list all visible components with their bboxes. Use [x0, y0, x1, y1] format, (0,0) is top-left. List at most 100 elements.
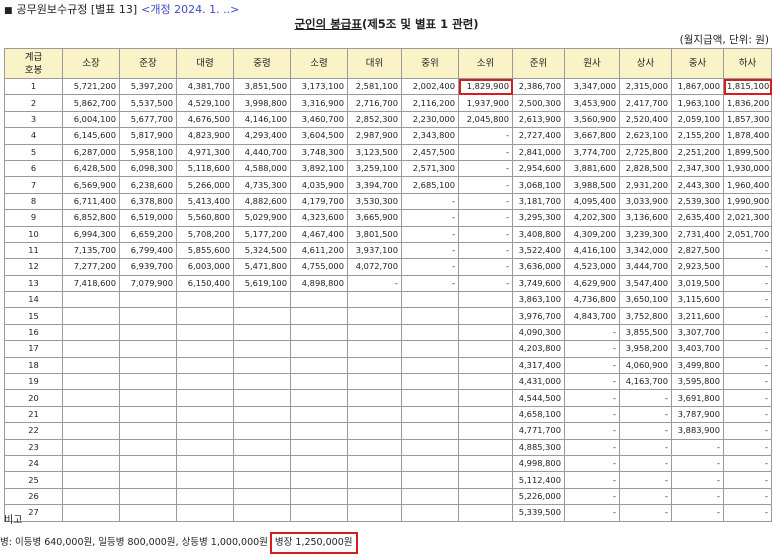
salary-cell: 6,939,700 — [119, 258, 177, 276]
salary-cell: 4,095,400 — [564, 192, 620, 211]
rank-header: 준위 — [512, 48, 565, 79]
salary-cell: - — [723, 241, 772, 260]
table-row: 25 5,112,400- - - - — [4, 471, 772, 489]
salary-cell: - — [458, 274, 513, 293]
table-row: 5 6,287,000 5,958,100 4,971,300 4,440,700 3,7… — [4, 143, 772, 161]
salary-cell: 3,408,800 — [512, 225, 565, 243]
highlighted-salary-cell: 1,829,900 — [458, 77, 513, 96]
salary-cell: 7,135,700 — [62, 241, 120, 260]
salary-cell: 6,098,300 — [119, 159, 177, 178]
salary-cell — [458, 356, 513, 375]
salary-cell: 3,892,100 — [290, 159, 348, 178]
salary-cell: 2,347,300 — [671, 159, 724, 178]
salary-cell: 3,937,100 — [347, 241, 402, 260]
salary-cell — [62, 291, 120, 309]
salary-cell: - — [619, 438, 672, 456]
grade-cell: 14 — [4, 291, 63, 309]
salary-cell — [62, 438, 120, 456]
salary-cell — [290, 291, 348, 309]
salary-cell: 2,539,300 — [671, 192, 724, 211]
salary-cell: 3,976,700 — [512, 307, 565, 325]
grade-cell: 5 — [4, 143, 63, 161]
grade-cell: 7 — [4, 176, 63, 194]
rank-label: 계급 — [24, 51, 43, 63]
grade-cell: 24 — [4, 454, 63, 473]
salary-cell: 2,386,700 — [512, 77, 565, 96]
salary-cell: 2,828,500 — [619, 159, 672, 178]
salary-cell: - — [671, 454, 724, 473]
regulation-page: ■ 공무원보수규정 [별표 13] <개정 2024. 1. ..> 군인의 봉급표… — [0, 0, 773, 558]
salary-cell: 3,667,800 — [564, 127, 620, 145]
rank-header: 중사 — [671, 48, 724, 79]
salary-cell: 6,569,900 — [62, 176, 120, 194]
grade-cell: 21 — [4, 405, 63, 424]
salary-cell — [458, 389, 513, 407]
salary-cell: 6,145,600 — [62, 127, 120, 145]
table-row: 16 4,090,300-3,855,500 3,307,700- — [4, 323, 772, 342]
salary-cell: 2,571,300 — [401, 159, 459, 178]
salary-cell: 3,881,600 — [564, 159, 620, 178]
salary-cell: - — [458, 258, 513, 276]
grade-cell: 19 — [4, 373, 63, 391]
salary-cell: 3,636,000 — [512, 258, 565, 276]
salary-cell: 1,990,900 — [723, 192, 772, 211]
page-title: 군인의 봉급표(제5조 및 별표 1 관련) — [0, 14, 773, 34]
salary-cell: 3,998,800 — [233, 94, 291, 112]
salary-cell — [233, 438, 291, 456]
page-title-rest: (제5조 및 별표 1 관련) — [361, 17, 479, 31]
salary-cell — [347, 405, 402, 424]
salary-cell: 2,852,300 — [347, 110, 402, 129]
salary-cell: 1,899,500 — [723, 143, 772, 161]
salary-cell: 3,033,900 — [619, 192, 672, 211]
salary-cell: 5,619,100 — [233, 274, 291, 293]
salary-cell — [458, 487, 513, 506]
salary-cell: - — [619, 422, 672, 440]
grade-cell: 4 — [4, 127, 63, 145]
salary-cell: - — [458, 143, 513, 161]
salary-cell — [401, 422, 459, 440]
salary-cell: 5,862,700 — [62, 94, 120, 112]
salary-cell: - — [401, 274, 459, 293]
salary-cell: - — [347, 274, 402, 293]
salary-cell — [347, 340, 402, 358]
salary-cell: 3,595,800 — [671, 373, 724, 391]
rank-header: 대위 — [347, 48, 402, 79]
salary-cell — [401, 291, 459, 309]
salary-cell — [290, 504, 348, 522]
salary-cell — [458, 504, 513, 522]
salary-cell: 6,004,100 — [62, 110, 120, 129]
grade-cell: 17 — [4, 340, 63, 358]
highlighted-salary-cell: 1,815,100 — [723, 77, 772, 96]
salary-cell — [62, 487, 120, 506]
salary-cell: - — [458, 159, 513, 178]
salary-cell — [62, 307, 120, 325]
salary-cell: - — [564, 373, 620, 391]
salary-cell — [119, 487, 177, 506]
salary-cell: - — [564, 487, 620, 506]
salary-cell: 3,460,700 — [290, 110, 348, 129]
salary-cell: 5,537,500 — [119, 94, 177, 112]
salary-cell: 4,755,000 — [290, 258, 348, 276]
salary-cell — [347, 487, 402, 506]
salary-cell — [176, 323, 234, 342]
salary-cell: 2,725,800 — [619, 143, 672, 161]
salary-cell: 4,163,700 — [619, 373, 672, 391]
salary-cell: - — [723, 258, 772, 276]
grade-cell: 8 — [4, 192, 63, 211]
salary-cell: 2,002,400 — [401, 77, 459, 96]
salary-cell: 4,998,800 — [512, 454, 565, 473]
salary-cell: 2,923,500 — [671, 258, 724, 276]
grade-cell: 9 — [4, 209, 63, 227]
grade-cell: 2 — [4, 94, 63, 112]
salary-cell: 3,342,000 — [619, 241, 672, 260]
salary-cell — [458, 291, 513, 309]
salary-cell — [62, 454, 120, 473]
salary-cell — [401, 487, 459, 506]
salary-cell: 4,885,300 — [512, 438, 565, 456]
salary-cell: 4,529,100 — [176, 94, 234, 112]
grade-cell: 1 — [4, 77, 63, 96]
salary-cell: - — [723, 471, 772, 489]
salary-cell — [119, 373, 177, 391]
salary-cell: 7,277,200 — [62, 258, 120, 276]
salary-cell: 3,604,500 — [290, 127, 348, 145]
